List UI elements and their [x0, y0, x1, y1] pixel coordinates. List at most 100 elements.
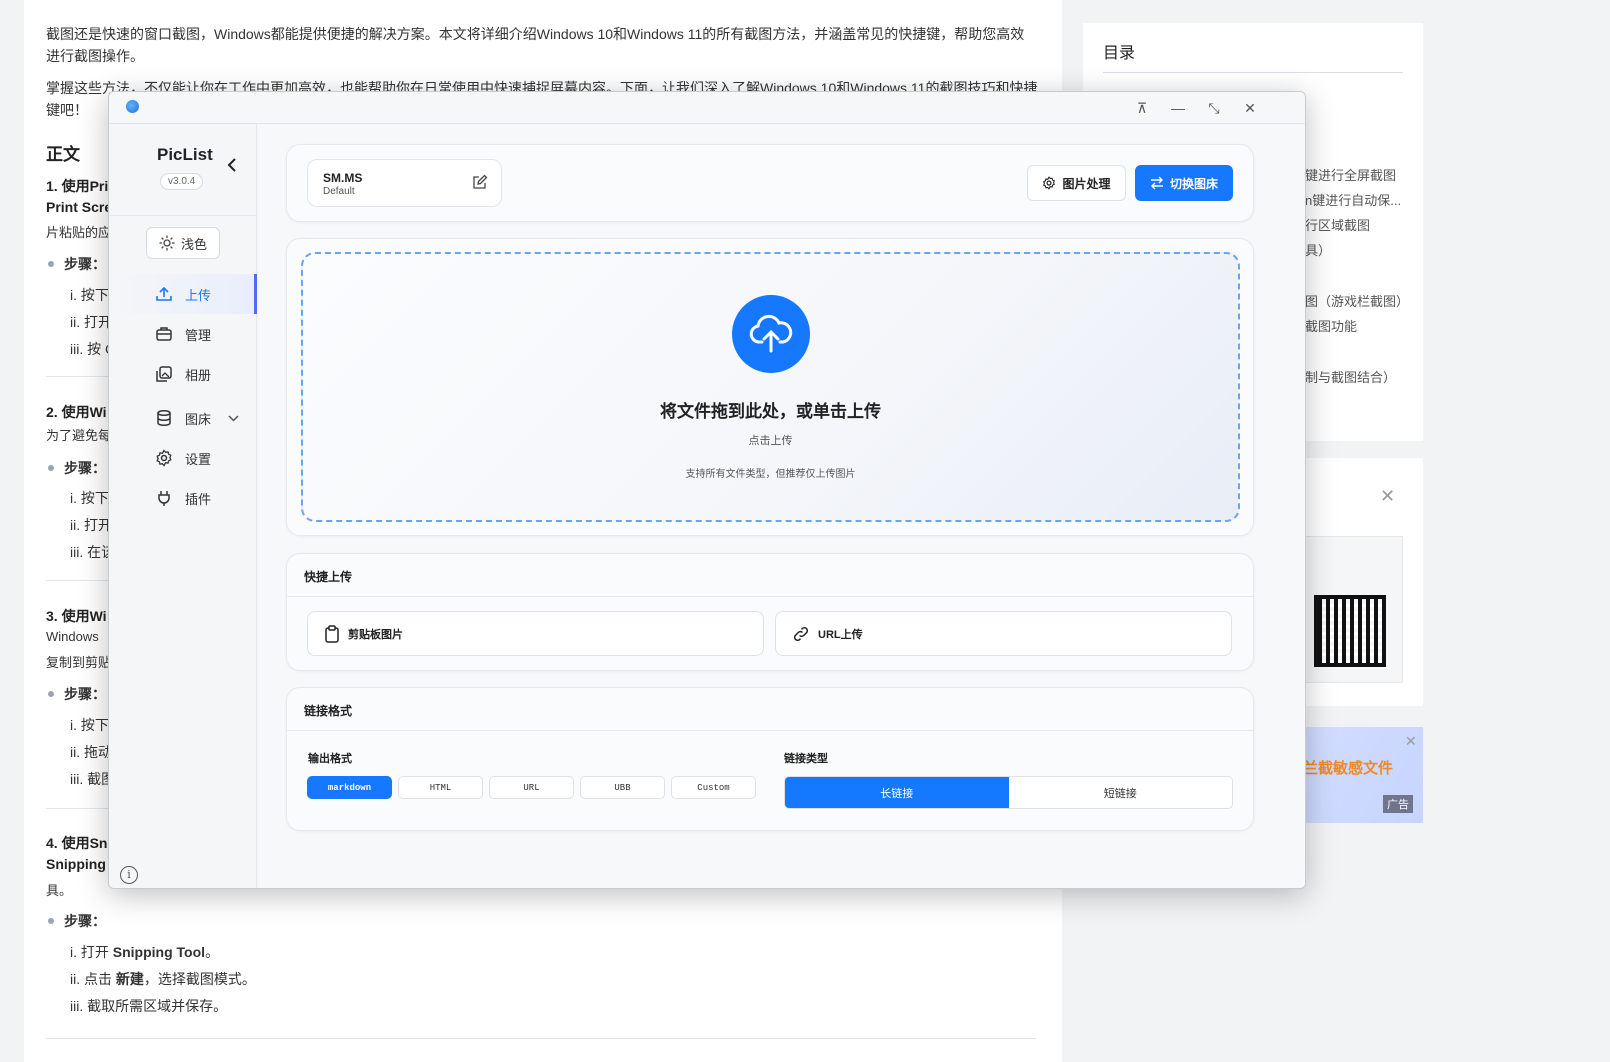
section-subtitle: Snipping	[46, 856, 106, 872]
step-item: i. 打开 Snipping Tool。	[70, 944, 220, 960]
sidebar-item-label: 管理	[185, 327, 212, 343]
cloud-upload-icon	[732, 295, 810, 373]
main-content: SM.MS Default 图片处理 切换图床 将文件拖到此处，或单击上传 点击…	[258, 124, 1305, 888]
host-panel: SM.MS Default 图片处理 切换图床	[286, 144, 1254, 222]
sun-icon	[159, 235, 175, 251]
swap-icon	[1150, 176, 1163, 190]
theme-label: 浅色	[180, 236, 207, 252]
clipboard-upload-button[interactable]: 剪贴板图片	[307, 611, 764, 656]
plug-icon	[155, 489, 173, 507]
link-type-long[interactable]: 长链接	[785, 777, 1009, 808]
step-item: ii. 点击 新建，选择截图模式。	[70, 971, 256, 987]
clipboard-upload-label: 剪贴板图片	[348, 628, 403, 641]
gear-icon	[155, 449, 173, 467]
image-process-label: 图片处理	[1062, 176, 1111, 191]
step-item: iii. 截取所需区域并保存。	[70, 998, 228, 1014]
steps-label: 步骤：	[46, 458, 106, 478]
info-icon[interactable]: i	[120, 866, 138, 884]
article-intro-line: 进行截图操作。	[46, 48, 144, 64]
toc-item[interactable]: 行区域截图	[1305, 215, 1370, 234]
gear-icon	[1043, 176, 1056, 190]
format-option-html[interactable]: HTML	[398, 776, 483, 799]
sidebar-item-label: 图床	[185, 411, 212, 427]
divider	[46, 1038, 1036, 1039]
sidebar-item-plugins[interactable]: 插件	[109, 478, 257, 518]
toc-item[interactable]: 具）	[1305, 240, 1331, 259]
image-process-button[interactable]: 图片处理	[1027, 165, 1126, 201]
step-item: ii. 拖动	[70, 744, 112, 760]
app-name: PicList	[157, 145, 213, 164]
collapse-sidebar-button[interactable]	[227, 158, 237, 177]
article-heading: 正文	[46, 145, 80, 164]
toc-item[interactable]: 键进行全屏截图	[1305, 165, 1396, 184]
sidebar-item-label: 设置	[185, 451, 212, 467]
steps-label: 步骤：	[46, 911, 106, 931]
format-option-custom[interactable]: Custom	[671, 776, 756, 799]
link-format-panel: 链接格式 输出格式 markdown HTML URL UBB Custom 链…	[286, 687, 1254, 831]
titlebar: ⊼ — ⤡ ✕	[109, 92, 1305, 124]
section-text: 复制到剪贴	[46, 655, 112, 670]
sidebar-item-label: 上传	[185, 287, 212, 303]
link-type-label: 链接类型	[784, 753, 828, 765]
toc-item[interactable]: 图（游戏栏截图）	[1305, 291, 1409, 310]
section-text: Windows	[46, 629, 99, 644]
step-item: ii. 打开	[70, 314, 112, 330]
output-format-label: 输出格式	[308, 753, 352, 765]
article-intro-line: 截图还是快速的窗口截图，Windows都能提供便捷的解决方案。本文将详细介绍Wi…	[46, 26, 1025, 42]
step-item: i. 按下	[70, 287, 109, 303]
sidebar: PicList v3.0.4 浅色 上传 管理 相册 图床 设置 插件 i	[109, 124, 257, 888]
dropzone-subtitle: 点击上传	[748, 435, 793, 447]
app-icon	[126, 100, 139, 113]
dropzone-title: 将文件拖到此处，或单击上传	[660, 402, 881, 421]
sidebar-item-settings[interactable]: 设置	[109, 438, 257, 478]
sidebar-item-gallery[interactable]: 相册	[109, 354, 257, 394]
toc-item[interactable]: n键进行自动保...	[1305, 190, 1401, 209]
format-option-url[interactable]: URL	[489, 776, 574, 799]
qr-box	[1303, 536, 1403, 683]
chevron-down-icon	[228, 411, 239, 425]
database-icon	[155, 409, 173, 427]
divider	[1103, 72, 1403, 73]
divider	[287, 596, 1253, 597]
sidebar-item-label: 插件	[185, 491, 212, 507]
url-upload-label: URL上传	[818, 628, 863, 641]
step-item: ii. 打开	[70, 517, 112, 533]
toc-item[interactable]: 制与截图结合）	[1305, 367, 1396, 386]
maximize-button[interactable]: ⤡	[1201, 96, 1227, 120]
section-title: 1. 使用Pri	[46, 178, 109, 194]
divider	[109, 215, 257, 216]
link-type-short[interactable]: 短链接	[1009, 777, 1233, 808]
upload-dropzone[interactable]: 将文件拖到此处，或单击上传 点击上传 支持所有文件类型，但推荐仅上传图片	[301, 252, 1240, 522]
toc-item[interactable]: 截图功能	[1305, 316, 1357, 335]
close-icon[interactable]: ✕	[1405, 733, 1417, 750]
ad-tag: 广告	[1383, 795, 1413, 813]
link-type-segmented: 长链接 短链接	[784, 776, 1233, 809]
close-button[interactable]: ✕	[1237, 96, 1263, 120]
version-badge: v3.0.4	[160, 173, 204, 190]
sidebar-item-manage[interactable]: 管理	[109, 314, 257, 354]
host-config: Default	[323, 186, 355, 197]
sidebar-item-hosts[interactable]: 图床	[109, 398, 257, 438]
theme-toggle-button[interactable]: 浅色	[146, 227, 220, 259]
section-text: 为了避免每	[46, 428, 112, 443]
sidebar-item-upload[interactable]: 上传	[109, 274, 257, 314]
close-icon[interactable]: ✕	[1380, 486, 1395, 507]
clipboard-icon	[325, 624, 339, 643]
format-option-markdown[interactable]: markdown	[307, 776, 392, 799]
current-host-card[interactable]: SM.MS Default	[307, 159, 502, 207]
sidebar-item-label: 相册	[185, 367, 212, 383]
section-title: 3. 使用Wi	[46, 608, 107, 624]
format-option-ubb[interactable]: UBB	[580, 776, 665, 799]
switch-host-button[interactable]: 切换图床	[1135, 165, 1233, 201]
qr-code	[1314, 595, 1386, 667]
minimize-button[interactable]: —	[1165, 96, 1191, 120]
panel-title: 链接格式	[304, 704, 353, 718]
edit-icon[interactable]	[472, 174, 488, 195]
panel-title: 快捷上传	[304, 570, 353, 584]
pin-icon[interactable]: ⊼	[1129, 96, 1155, 120]
divider	[287, 730, 1253, 731]
step-item: i. 按下	[70, 490, 109, 506]
section-text: 具。	[46, 883, 73, 898]
host-name: SM.MS	[323, 171, 363, 185]
url-upload-button[interactable]: URL上传	[775, 611, 1232, 656]
